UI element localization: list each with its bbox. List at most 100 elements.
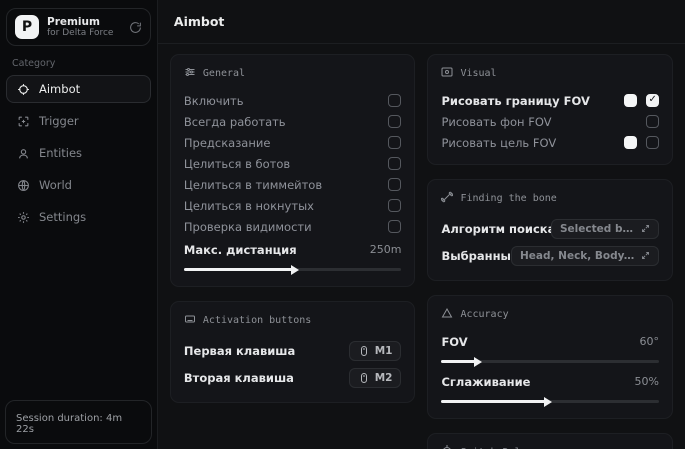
toggle-row: Всегда работать (184, 111, 402, 132)
checkbox-target-teammates[interactable] (388, 178, 401, 191)
brand-subtitle: for Delta Force (47, 28, 121, 38)
brand-text: Premium for Delta Force (47, 16, 121, 38)
visual-label: Рисовать границу FOV (441, 94, 624, 108)
slider-row: Сглаживание 50% (441, 371, 659, 392)
keybind-button-m1[interactable]: M1 (349, 341, 402, 361)
toggle-label: Проверка видимости (184, 220, 389, 234)
sidebar-item-label: Aimbot (39, 82, 80, 96)
sidebar-item-settings[interactable]: Settings (6, 203, 151, 231)
fov-slider[interactable] (441, 360, 659, 363)
checkbox-always-work[interactable] (388, 115, 401, 128)
card-activation-header: Activation buttons (184, 313, 402, 328)
card-bones-header: Finding the bone (441, 191, 659, 206)
bone-icon (441, 191, 453, 206)
toggle-row: Предсказание (184, 132, 402, 153)
smoothing-slider[interactable] (441, 400, 659, 403)
keybind-label: Первая клавиша (184, 344, 349, 358)
crosshair-icon (16, 82, 30, 96)
checkbox-draw-fov-background[interactable] (646, 115, 659, 128)
color-swatch-fov-border[interactable] (624, 94, 637, 107)
content: General Включить Всегда работать Предска… (158, 44, 685, 449)
delta-icon (441, 307, 453, 322)
eye-icon (441, 66, 453, 81)
toggle-label: Целиться в нокнутых (184, 199, 389, 213)
slider-fill (184, 268, 293, 271)
max-distance-block: Макс. дистанция 250m (184, 239, 402, 271)
checkbox-prediction[interactable] (388, 136, 401, 149)
slider-value: 250m (370, 243, 402, 256)
entities-icon (16, 146, 30, 160)
expand-icon (641, 224, 650, 233)
toggle-label: Целиться в тиммейтов (184, 178, 389, 192)
checkbox-draw-fov-target[interactable] (646, 136, 659, 149)
sidebar-item-label: Trigger (39, 114, 79, 128)
slider-row: FOV 60° (441, 331, 659, 352)
visual-label: Рисовать фон FOV (441, 115, 646, 129)
keybind-row: Первая клавиша M1 (184, 337, 402, 364)
toggle-label: Всегда работать (184, 115, 389, 129)
sidebar-item-aimbot[interactable]: Aimbot (6, 75, 151, 103)
keyboard-icon (184, 313, 196, 328)
checkbox-enable[interactable] (388, 94, 401, 107)
visual-row: Рисовать фон FOV (441, 111, 659, 132)
sidebar-item-label: World (39, 178, 72, 192)
slider-value: 50% (635, 375, 659, 388)
sliders-icon (184, 66, 196, 81)
bone-label: Выбранные кости (441, 249, 511, 263)
checkbox-target-knocked[interactable] (388, 199, 401, 212)
brand-card: P Premium for Delta Force (6, 8, 151, 46)
refresh-icon[interactable] (129, 21, 142, 34)
slider-label: Макс. дистанция (184, 243, 362, 257)
card-title-text: Accuracy (460, 309, 508, 320)
expand-icon (641, 251, 650, 260)
keybind-row: Вторая клавиша M2 (184, 364, 402, 391)
visual-label: Рисовать цель FOV (441, 136, 624, 150)
main-header: Aimbot (158, 0, 685, 44)
sidebar: P Premium for Delta Force Category Aimbo… (0, 0, 158, 449)
stopwatch-icon (441, 445, 453, 449)
card-accuracy: Accuracy FOV 60° Сглаживание 50% (427, 295, 673, 419)
color-swatch-fov-target[interactable] (624, 136, 637, 149)
toggle-row: Включить (184, 90, 402, 111)
select-value: Head, Neck, Body, Pe... (520, 250, 636, 262)
card-general-header: General (184, 66, 402, 81)
checkbox-visibility-check[interactable] (388, 220, 401, 233)
sidebar-item-label: Entities (39, 146, 82, 160)
slider-label: FOV (441, 335, 631, 349)
bone-label: Алгоритм поиска костей (441, 222, 551, 236)
max-distance-slider[interactable] (184, 268, 402, 271)
page-title: Aimbot (174, 14, 225, 29)
bone-row: Алгоритм поиска костей Selected bone (441, 215, 659, 242)
toggle-label: Включить (184, 94, 389, 108)
visual-row: Рисовать цель FOV (441, 132, 659, 153)
slider-label: Сглаживание (441, 375, 626, 389)
toggle-label: Целиться в ботов (184, 157, 389, 171)
checkbox-target-bots[interactable] (388, 157, 401, 170)
card-visual-header: Visual (441, 66, 659, 81)
visual-row: Рисовать границу FOV (441, 90, 659, 111)
keybind-value: M1 (375, 345, 393, 357)
keybind-button-m2[interactable]: M2 (349, 368, 402, 388)
card-title-text: Finding the bone (460, 193, 556, 204)
card-title-text: Visual (460, 68, 496, 79)
checkbox-draw-fov-border[interactable] (646, 94, 659, 107)
slider-fill (441, 400, 545, 403)
card-bones: Finding the bone Алгоритм поиска костей … (427, 179, 673, 281)
card-activation: Activation buttons Первая клавиша M1 Вто… (170, 301, 416, 403)
card-switch-delay: Switch Delay Задержка переключения Задер… (427, 433, 673, 449)
toggle-row: Целиться в нокнутых (184, 195, 402, 216)
card-general: General Включить Всегда работать Предска… (170, 54, 416, 287)
brand-logo: P (15, 15, 39, 39)
keybind-value: M2 (375, 372, 393, 384)
sidebar-item-trigger[interactable]: Trigger (6, 107, 151, 135)
sidebar-item-world[interactable]: World (6, 171, 151, 199)
sidebar-item-label: Settings (39, 210, 86, 224)
keybind-label: Вторая клавиша (184, 371, 349, 385)
main-panel: Aimbot General Включить Всегда работать (158, 0, 685, 449)
selected-bones-select[interactable]: Head, Neck, Body, Pe... (511, 246, 659, 266)
toggle-row: Целиться в тиммейтов (184, 174, 402, 195)
fov-block: FOV 60° (441, 331, 659, 363)
globe-icon (16, 178, 30, 192)
sidebar-item-entities[interactable]: Entities (6, 139, 151, 167)
bone-algorithm-select[interactable]: Selected bone (551, 219, 659, 239)
